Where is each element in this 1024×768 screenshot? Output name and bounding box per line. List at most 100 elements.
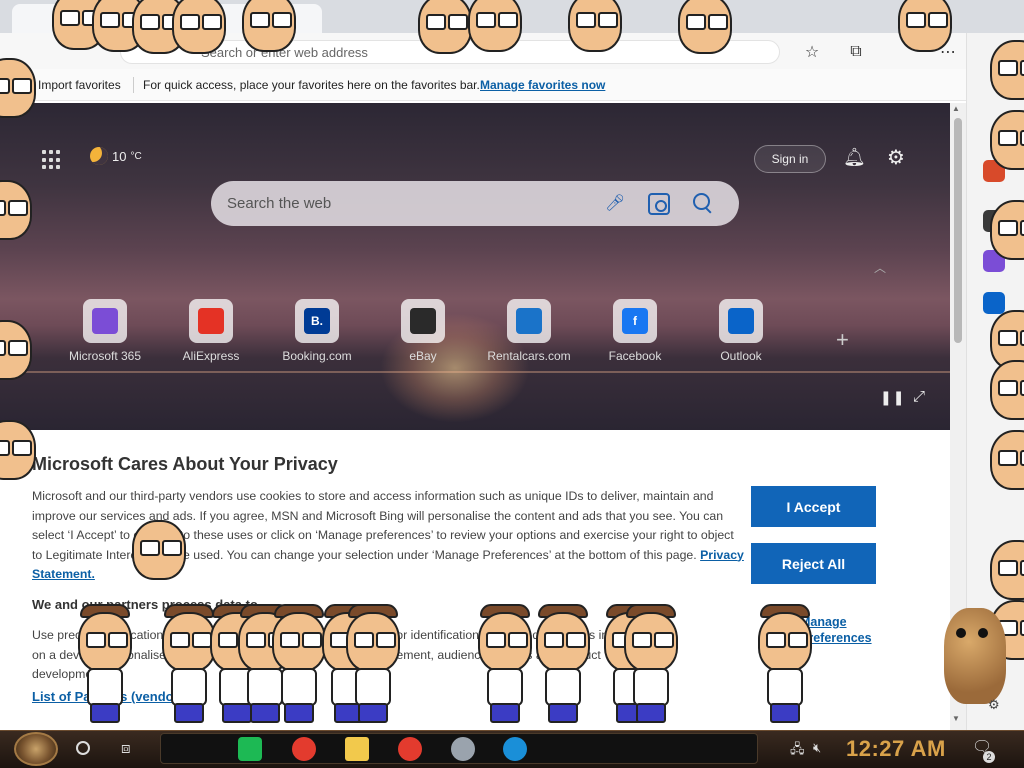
pause-background-icon[interactable]: ❚❚ — [880, 389, 905, 406]
quick-link-tile[interactable]: f Facebook — [585, 299, 685, 363]
cartoon-body — [355, 668, 391, 706]
visual-search-icon[interactable] — [648, 193, 670, 215]
app-icon[interactable] — [451, 737, 475, 761]
quick-link-tile[interactable]: Rentalcars.com — [479, 299, 579, 363]
quick-link-tile[interactable]: AliExpress — [161, 299, 261, 363]
spotify-icon[interactable] — [238, 737, 262, 761]
cartoon-legs — [174, 703, 204, 723]
cartoon-head — [132, 520, 186, 580]
import-favorites-button[interactable]: Import favorites — [38, 78, 121, 92]
accept-button[interactable]: I Accept — [751, 486, 876, 527]
scrollbar-thumb[interactable] — [954, 118, 962, 343]
cartoon-body — [487, 668, 523, 706]
taskbar-clock[interactable]: 12:27 AM — [846, 736, 946, 762]
chrome-icon[interactable] — [398, 737, 422, 761]
scroll-up-arrow-icon[interactable]: ▲ — [952, 104, 960, 113]
collections-icon[interactable]: ⧉ — [845, 41, 867, 63]
cartoon-head — [624, 612, 678, 672]
aliexpress-icon — [198, 308, 224, 334]
ebay-icon — [410, 308, 436, 334]
moon-icon — [90, 147, 108, 165]
cartoon-head — [990, 540, 1024, 600]
divider — [133, 77, 134, 93]
quick-link-icon-box: B. — [295, 299, 339, 343]
weather-widget[interactable]: 10 °C — [90, 147, 142, 165]
cartoon-body — [281, 668, 317, 706]
quick-link-tile[interactable]: eBay — [373, 299, 473, 363]
cartoon-head — [678, 0, 732, 54]
cartoon-body — [767, 668, 803, 706]
sidebar-outlook-icon[interactable] — [983, 292, 1005, 314]
quick-link-tile[interactable]: B. Booking.com — [267, 299, 367, 363]
volume-muted-icon[interactable]: 🔇︎ — [813, 740, 821, 756]
quick-link-icon-box — [401, 299, 445, 343]
collapse-chevron-icon[interactable]: ︿ — [874, 259, 886, 276]
cartoon-body — [247, 668, 283, 706]
horizon-line — [0, 371, 950, 373]
page-settings-gear-icon[interactable]: ⚙ — [887, 145, 905, 170]
cartoon-legs — [250, 703, 280, 723]
cartoon-legs — [636, 703, 666, 723]
network-icon[interactable]: 🖧︎ — [790, 740, 805, 762]
cartoon-legs — [548, 703, 578, 723]
cartoon-head — [990, 430, 1024, 490]
hamster-mascot — [944, 608, 1006, 704]
booking-icon: B. — [304, 308, 330, 334]
cartoon-head — [898, 0, 952, 52]
voice-search-icon[interactable]: 🎤︎ — [605, 193, 625, 215]
privacy-consent-dialog: Microsoft Cares About Your Privacy Micro… — [0, 430, 950, 730]
privacy-title: Microsoft Cares About Your Privacy — [32, 454, 338, 474]
sidebar-settings-gear-icon[interactable]: ⚙ — [988, 697, 1000, 713]
quick-link-tile[interactable]: Microsoft 365 — [55, 299, 155, 363]
manage-link-line: Manage — [800, 615, 847, 629]
privacy-text-line: Microsoft and our third-party vendors us… — [32, 489, 714, 503]
sign-in-button[interactable]: Sign in — [754, 145, 826, 173]
favorites-icon[interactable]: ☆ — [801, 41, 823, 63]
cartoon-head — [568, 0, 622, 52]
cartoon-legs — [284, 703, 314, 723]
cartoon-legs — [90, 703, 120, 723]
cartoon-legs — [222, 703, 252, 723]
notification-count-badge: 2 — [983, 751, 995, 763]
app-launcher-icon[interactable] — [42, 150, 62, 170]
file-explorer-icon[interactable] — [345, 737, 369, 761]
manage-favorites-link[interactable]: Manage favorites now — [480, 78, 605, 92]
cartoon-head — [272, 612, 326, 672]
quick-link-tile[interactable]: Outlook — [691, 299, 791, 363]
start-button[interactable] — [14, 732, 58, 766]
chrome-icon[interactable] — [292, 737, 316, 761]
taskbar-search-icon[interactable] — [76, 741, 90, 755]
edge-icon[interactable] — [503, 737, 527, 761]
quick-link-label: AliExpress — [182, 349, 240, 363]
cartoon-head — [346, 612, 400, 672]
quick-link-label: Microsoft 365 — [68, 349, 142, 363]
m365-icon — [92, 308, 118, 334]
weather-unit: °C — [130, 150, 142, 162]
outlook-icon — [728, 308, 754, 334]
search-icon[interactable] — [693, 193, 715, 215]
favorites-bar: Import favorites For quick access, place… — [0, 69, 966, 101]
cartoon-head — [990, 110, 1024, 170]
cartoon-body — [87, 668, 123, 706]
new-tab-background: 10 °C Sign in 🔔︎ ⚙ Search the web 🎤︎ ︿ Mi… — [0, 103, 950, 430]
cartoon-head — [990, 200, 1024, 260]
cartoon-head — [78, 612, 132, 672]
facebook-icon: f — [622, 308, 648, 334]
cartoon-head — [990, 40, 1024, 100]
expand-icon[interactable]: ⤢ — [913, 388, 925, 405]
cartoon-head — [162, 612, 216, 672]
task-view-icon[interactable]: ⧈ — [121, 740, 131, 757]
add-shortcut-icon[interactable]: + — [836, 327, 849, 353]
cartoon-head — [418, 0, 472, 54]
quick-link-label: Outlook — [720, 349, 762, 363]
quick-link-icon-box — [189, 299, 233, 343]
cartoon-head — [478, 612, 532, 672]
quick-link-icon-box — [719, 299, 763, 343]
cartoon-body — [633, 668, 669, 706]
cartoon-head — [536, 612, 590, 672]
reject-all-button[interactable]: Reject All — [751, 543, 876, 584]
notifications-bell-icon[interactable]: 🔔︎ — [843, 147, 866, 168]
quick-link-label: eBay — [409, 349, 437, 363]
scroll-down-arrow-icon[interactable]: ▼ — [952, 714, 960, 723]
rentalcars-icon — [516, 308, 542, 334]
